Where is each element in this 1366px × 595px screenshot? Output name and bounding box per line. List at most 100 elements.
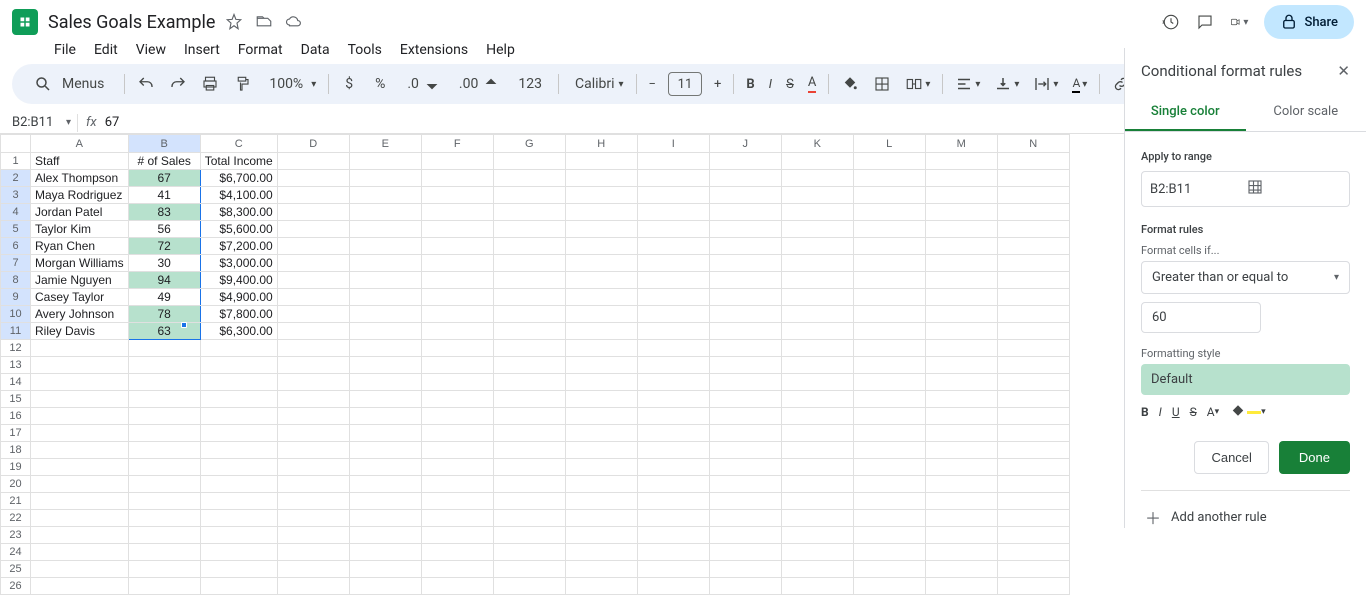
cell[interactable] — [781, 289, 853, 306]
col-header-J[interactable]: J — [709, 135, 781, 153]
cell[interactable] — [637, 272, 709, 289]
cell[interactable]: 63 — [128, 323, 200, 340]
cell[interactable] — [493, 187, 565, 204]
cell[interactable] — [565, 459, 637, 476]
menu-view[interactable]: View — [128, 40, 174, 58]
add-rule-button[interactable]: ＋ Add another rule — [1141, 491, 1350, 528]
row-header[interactable]: 26 — [1, 578, 31, 595]
cell[interactable] — [277, 391, 349, 408]
cell[interactable] — [349, 289, 421, 306]
cell[interactable]: $8,300.00 — [200, 204, 277, 221]
cell[interactable] — [31, 374, 129, 391]
col-header-A[interactable]: A — [31, 135, 129, 153]
cell[interactable] — [349, 476, 421, 493]
italic-button[interactable]: I — [763, 71, 778, 98]
cell[interactable] — [277, 170, 349, 187]
cell[interactable] — [421, 357, 493, 374]
cell[interactable] — [637, 357, 709, 374]
cell[interactable] — [853, 153, 925, 170]
cell[interactable] — [637, 221, 709, 238]
cell[interactable] — [349, 221, 421, 238]
cell[interactable] — [709, 289, 781, 306]
cell[interactable] — [565, 527, 637, 544]
cell[interactable] — [925, 391, 997, 408]
cell[interactable] — [493, 272, 565, 289]
cell[interactable] — [277, 459, 349, 476]
cell[interactable]: $7,200.00 — [200, 238, 277, 255]
cell[interactable] — [565, 238, 637, 255]
cell[interactable] — [997, 306, 1069, 323]
cell[interactable] — [853, 442, 925, 459]
cell[interactable] — [349, 391, 421, 408]
cell[interactable] — [200, 578, 277, 595]
cell[interactable] — [128, 374, 200, 391]
cell[interactable] — [565, 425, 637, 442]
cell[interactable] — [637, 476, 709, 493]
cell[interactable] — [853, 391, 925, 408]
cell[interactable] — [709, 238, 781, 255]
cell[interactable] — [781, 255, 853, 272]
bold-button[interactable]: B — [740, 71, 760, 98]
paint-format-button[interactable] — [227, 69, 257, 99]
cell[interactable] — [493, 510, 565, 527]
cell[interactable] — [421, 306, 493, 323]
cell[interactable] — [277, 408, 349, 425]
cell[interactable]: 30 — [128, 255, 200, 272]
cell[interactable] — [997, 510, 1069, 527]
cell[interactable] — [493, 493, 565, 510]
cell[interactable] — [709, 459, 781, 476]
cell[interactable] — [31, 391, 129, 408]
cell[interactable] — [925, 510, 997, 527]
cell[interactable]: Avery Johnson — [31, 306, 129, 323]
cell[interactable] — [925, 170, 997, 187]
cell[interactable] — [128, 527, 200, 544]
cell[interactable] — [925, 357, 997, 374]
document-title[interactable]: Sales Goals Example — [48, 12, 215, 33]
cell[interactable] — [925, 408, 997, 425]
cell[interactable] — [709, 374, 781, 391]
cell[interactable] — [493, 391, 565, 408]
col-header-C[interactable]: C — [200, 135, 277, 153]
cell[interactable] — [565, 374, 637, 391]
col-header-H[interactable]: H — [565, 135, 637, 153]
col-header-F[interactable]: F — [421, 135, 493, 153]
menu-tools[interactable]: Tools — [340, 40, 390, 58]
cell[interactable] — [349, 425, 421, 442]
cell[interactable] — [128, 561, 200, 578]
cell[interactable] — [349, 323, 421, 340]
cell[interactable] — [925, 238, 997, 255]
cell[interactable] — [421, 340, 493, 357]
cell[interactable] — [925, 306, 997, 323]
cell[interactable] — [565, 187, 637, 204]
cell[interactable] — [781, 493, 853, 510]
cell[interactable] — [31, 493, 129, 510]
cell[interactable] — [997, 408, 1069, 425]
cell[interactable] — [31, 425, 129, 442]
cell[interactable] — [925, 187, 997, 204]
cell[interactable]: 83 — [128, 204, 200, 221]
cell[interactable] — [565, 170, 637, 187]
cell[interactable] — [421, 391, 493, 408]
cell[interactable] — [277, 374, 349, 391]
font-dropdown[interactable]: Calibri▾ — [565, 70, 630, 98]
cell[interactable] — [637, 255, 709, 272]
cell[interactable] — [493, 153, 565, 170]
cell[interactable] — [853, 357, 925, 374]
close-icon[interactable]: ✕ — [1337, 62, 1350, 80]
cell[interactable] — [31, 408, 129, 425]
cell[interactable] — [781, 323, 853, 340]
cell[interactable]: $9,400.00 — [200, 272, 277, 289]
row-header[interactable]: 22 — [1, 510, 31, 527]
row-header[interactable]: 1 — [1, 153, 31, 170]
row-header[interactable]: 18 — [1, 442, 31, 459]
cell[interactable] — [637, 408, 709, 425]
cell[interactable] — [997, 578, 1069, 595]
row-header[interactable]: 10 — [1, 306, 31, 323]
cell[interactable] — [709, 357, 781, 374]
menu-insert[interactable]: Insert — [176, 40, 228, 58]
menu-edit[interactable]: Edit — [86, 40, 126, 58]
cell[interactable] — [997, 187, 1069, 204]
cell[interactable] — [853, 306, 925, 323]
cell[interactable] — [277, 578, 349, 595]
row-header[interactable]: 6 — [1, 238, 31, 255]
